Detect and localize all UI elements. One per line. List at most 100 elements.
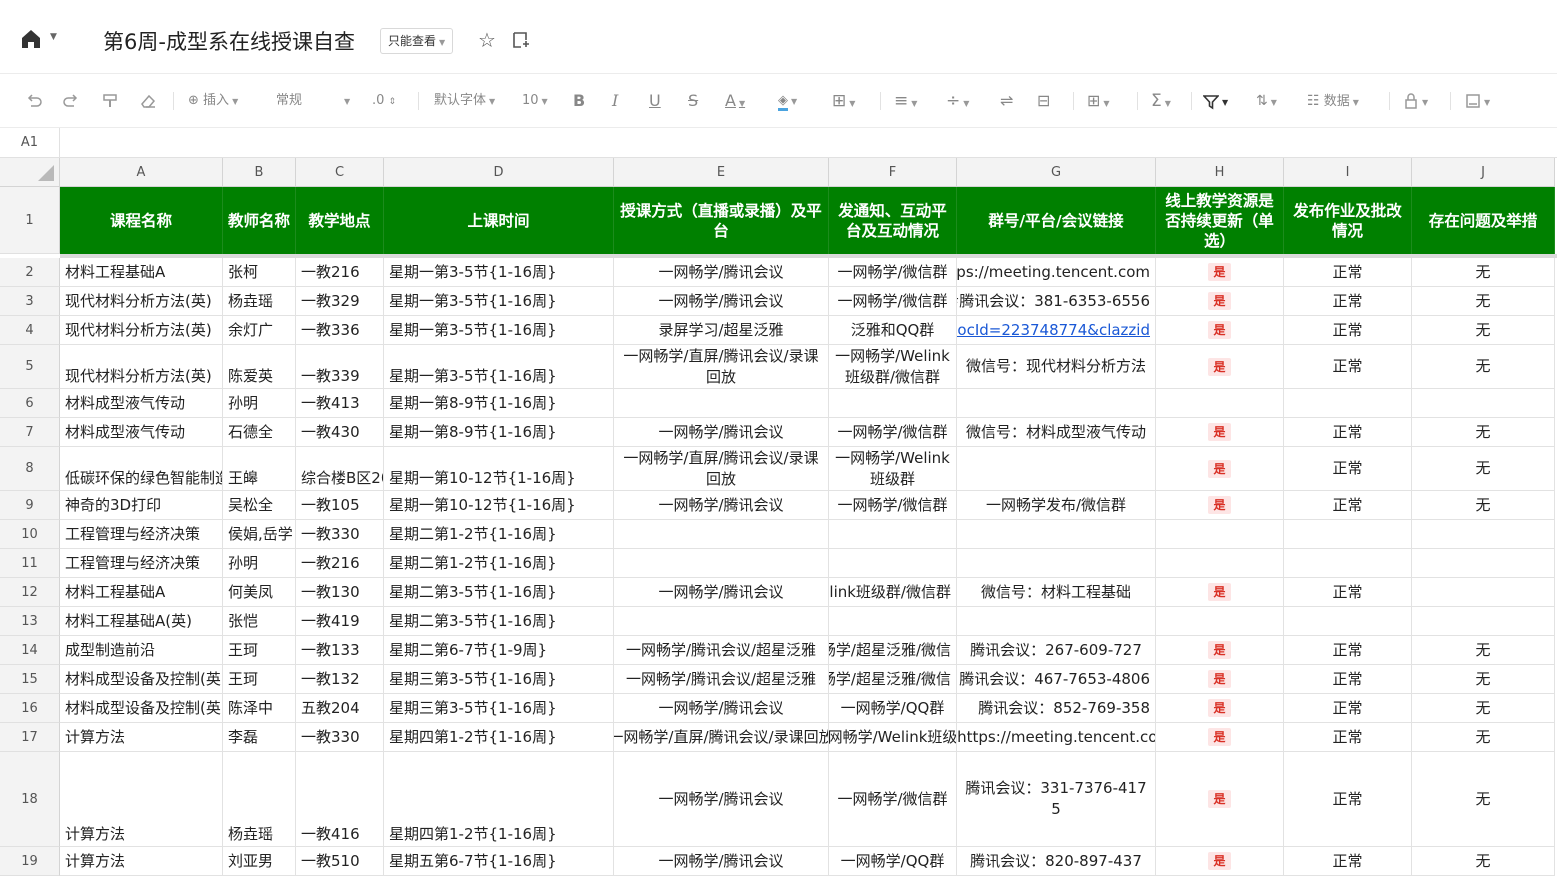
- table-cell[interactable]: 腾讯会议：467-7653-4806: [957, 665, 1156, 694]
- header-cell[interactable]: 教师名称: [223, 187, 296, 254]
- header-cell[interactable]: 线上教学资源是否持续更新（单选）: [1156, 187, 1284, 254]
- table-cell[interactable]: 正常: [1284, 287, 1412, 316]
- table-cell[interactable]: 现代材料分析方法(英): [60, 316, 223, 345]
- vertical-align-button[interactable]: ÷ ▼: [946, 90, 969, 112]
- row-header[interactable]: 3: [0, 287, 60, 316]
- table-cell[interactable]: 无: [1412, 752, 1555, 847]
- table-cell[interactable]: 无: [1412, 447, 1555, 491]
- table-cell[interactable]: 一教133: [296, 636, 384, 665]
- table-cell[interactable]: 王皞: [223, 447, 296, 491]
- header-cell[interactable]: 教学地点: [296, 187, 384, 254]
- table-cell[interactable]: 星期二第3-5节{1-16周}: [384, 607, 614, 636]
- table-cell[interactable]: 成型制造前沿: [60, 636, 223, 665]
- table-cell[interactable]: 孙明: [223, 549, 296, 578]
- row-header[interactable]: 5: [0, 345, 60, 389]
- resource-status-cell[interactable]: [1156, 389, 1284, 418]
- table-cell[interactable]: 正常: [1284, 418, 1412, 447]
- table-cell[interactable]: 一网畅学/直屏/腾讯会议/录课回放: [614, 723, 829, 752]
- row-header[interactable]: 17: [0, 723, 60, 752]
- table-cell[interactable]: [829, 607, 957, 636]
- table-cell[interactable]: 无: [1412, 258, 1555, 287]
- table-cell[interactable]: 正常: [1284, 665, 1412, 694]
- table-cell[interactable]: 计算方法: [60, 723, 223, 752]
- table-cell[interactable]: [957, 520, 1156, 549]
- table-cell[interactable]: 星期五第6-7节{1-16周}: [384, 847, 614, 876]
- table-cell[interactable]: 无: [1412, 418, 1555, 447]
- row-header[interactable]: 12: [0, 578, 60, 607]
- sum-button[interactable]: Σ ▼: [1151, 90, 1171, 112]
- table-cell[interactable]: 星期四第1-2节{1-16周}: [384, 752, 614, 847]
- table-cell[interactable]: 陈泽中: [223, 694, 296, 723]
- table-cell[interactable]: 石德全: [223, 418, 296, 447]
- row-header[interactable]: 15: [0, 665, 60, 694]
- table-cell[interactable]: 杨垚瑶: [223, 752, 296, 847]
- row-header[interactable]: 2: [0, 258, 60, 287]
- table-cell[interactable]: 星期一第3-5节{1-16周}: [384, 258, 614, 287]
- resource-status-cell[interactable]: 是: [1156, 578, 1284, 607]
- table-cell[interactable]: [1412, 389, 1555, 418]
- table-cell[interactable]: 一教105: [296, 491, 384, 520]
- table-cell[interactable]: 材料成型液气传动: [60, 418, 223, 447]
- strikethrough-button[interactable]: S: [688, 90, 698, 112]
- table-cell[interactable]: 畅学/超星泛雅/微信: [829, 665, 957, 694]
- filter-button[interactable]: ▼: [1203, 90, 1228, 112]
- table-cell[interactable]: e?moocId=223748774&clazzid: [957, 316, 1156, 345]
- header-cell[interactable]: 课程名称: [60, 187, 223, 254]
- resource-status-cell[interactable]: 是: [1156, 847, 1284, 876]
- number-format-dropdown[interactable]: 常规 ▼: [276, 90, 354, 112]
- font-color-button[interactable]: A ▼: [725, 90, 745, 112]
- row-header[interactable]: 18: [0, 752, 60, 847]
- column-header-c[interactable]: C: [296, 158, 384, 187]
- table-cell[interactable]: 星期二第1-2节{1-16周}: [384, 520, 614, 549]
- table-cell[interactable]: 一网畅学/微信群: [829, 491, 957, 520]
- image-button[interactable]: ▼: [1465, 90, 1490, 112]
- header-cell[interactable]: 发布作业及批改情况: [1284, 187, 1412, 254]
- table-cell[interactable]: 微信号：现代材料分析方法: [957, 345, 1156, 389]
- chevron-down-icon[interactable]: ▼: [50, 32, 57, 42]
- resource-status-cell[interactable]: 是: [1156, 665, 1284, 694]
- table-cell[interactable]: 一网畅学发布/微信群: [957, 491, 1156, 520]
- header-cell[interactable]: 上课时间: [384, 187, 614, 254]
- table-cell[interactable]: 工程管理与经济决策: [60, 549, 223, 578]
- home-icon[interactable]: [20, 28, 42, 50]
- cell-reference[interactable]: A1: [0, 128, 60, 158]
- header-cell[interactable]: 发通知、互动平台及互动情况: [829, 187, 957, 254]
- table-cell[interactable]: 吴松全: [223, 491, 296, 520]
- table-cell[interactable]: 微信号：材料成型液气传动: [957, 418, 1156, 447]
- table-cell[interactable]: 一教130: [296, 578, 384, 607]
- table-cell[interactable]: 张柯: [223, 258, 296, 287]
- resource-status-cell[interactable]: 是: [1156, 752, 1284, 847]
- table-cell[interactable]: 星期一第10-12节{1-16周}: [384, 447, 614, 491]
- table-cell[interactable]: 一网畅学/腾讯会议: [614, 752, 829, 847]
- table-cell[interactable]: 王珂: [223, 665, 296, 694]
- table-cell[interactable]: 正常: [1284, 636, 1412, 665]
- table-cell[interactable]: 星期二第6-7节{1-9周}: [384, 636, 614, 665]
- table-cell[interactable]: 一网畅学/QQ群: [829, 847, 957, 876]
- table-cell[interactable]: 材料成型液气传动: [60, 389, 223, 418]
- table-cell[interactable]: 一网畅学/腾讯会议: [614, 847, 829, 876]
- document-title[interactable]: 第6周-成型系在线授课自查: [103, 26, 355, 56]
- row-header[interactable]: 4: [0, 316, 60, 345]
- table-cell[interactable]: 一教329: [296, 287, 384, 316]
- row-header[interactable]: 9: [0, 491, 60, 520]
- table-cell[interactable]: 星期二第1-2节{1-16周}: [384, 549, 614, 578]
- table-cell[interactable]: 材料成型设备及控制(英): [60, 665, 223, 694]
- table-cell[interactable]: [1284, 607, 1412, 636]
- table-cell[interactable]: [614, 389, 829, 418]
- column-header-b[interactable]: B: [223, 158, 296, 187]
- table-cell[interactable]: 星期一第10-12节{1-16周}: [384, 491, 614, 520]
- table-cell[interactable]: 材料工程基础A: [60, 578, 223, 607]
- table-cell[interactable]: 工程管理与经济决策: [60, 520, 223, 549]
- eraser-icon[interactable]: [139, 90, 157, 112]
- table-cell[interactable]: 孙明: [223, 389, 296, 418]
- table-cell[interactable]: 一网畅学/腾讯会议: [614, 418, 829, 447]
- table-cell[interactable]: [1412, 578, 1555, 607]
- table-cell[interactable]: 正常: [1284, 578, 1412, 607]
- resource-status-cell[interactable]: 是: [1156, 491, 1284, 520]
- decimal-button[interactable]: .0 ⇕: [372, 90, 396, 112]
- border-button[interactable]: ⊞ ▼: [832, 90, 855, 112]
- table-cell[interactable]: 一网畅学/腾讯会议: [614, 694, 829, 723]
- table-cell[interactable]: 一网畅学/腾讯会议: [614, 287, 829, 316]
- row-header[interactable]: 8: [0, 447, 60, 491]
- column-header-d[interactable]: D: [384, 158, 614, 187]
